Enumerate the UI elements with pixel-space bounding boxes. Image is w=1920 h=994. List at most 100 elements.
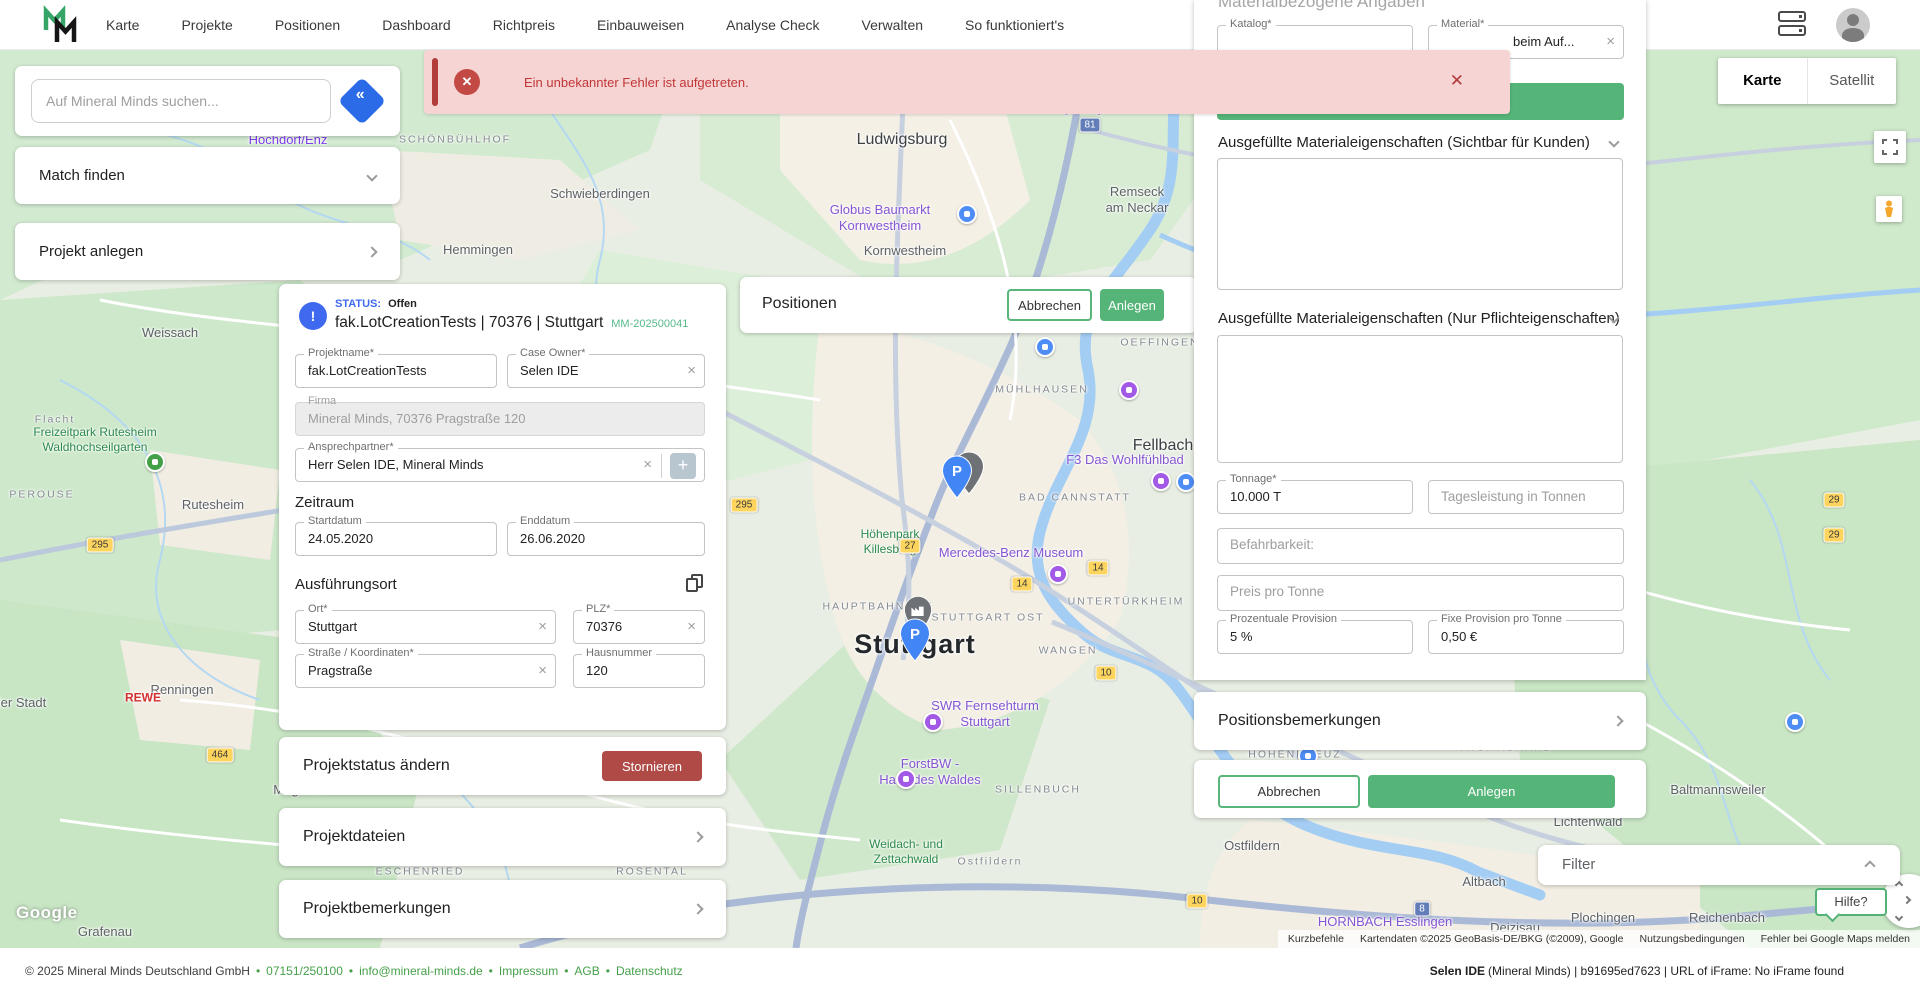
map-poi-icon[interactable] xyxy=(1048,564,1068,584)
enddatum-field[interactable]: Enddatum 26.06.2020 xyxy=(507,522,705,556)
nav-item-richtpreis[interactable]: Richtpreis xyxy=(493,17,555,33)
road-badge: 27 xyxy=(899,539,920,554)
chevron-right-icon xyxy=(692,831,703,842)
agb-link[interactable]: AGB xyxy=(574,964,599,978)
separator xyxy=(349,964,353,978)
map-poi-icon[interactable] xyxy=(1785,712,1805,732)
mineral-minds-logo[interactable] xyxy=(42,5,82,50)
projektdateien-accordion[interactable]: Projektdateien xyxy=(279,808,726,866)
nav-item-positionen[interactable]: Positionen xyxy=(275,17,340,33)
tagesleistung-field[interactable]: Tagesleistung in Tonnen xyxy=(1428,480,1624,514)
pegman-button[interactable] xyxy=(1876,196,1902,222)
strasse-field[interactable]: Straße / Koordinaten* Pragstraße × xyxy=(295,654,556,688)
materialbezogene-angaben-heading: Materialbezogene Angaben xyxy=(1218,0,1425,12)
chevron-right-icon xyxy=(692,903,703,914)
card-reader-icon[interactable] xyxy=(1778,11,1806,39)
preis-pro-tonne-field[interactable]: Preis pro Tonne xyxy=(1217,575,1624,611)
match-finden-accordion[interactable]: Match finden xyxy=(15,147,400,204)
nav-item-verwalten[interactable]: Verwalten xyxy=(862,17,923,33)
map-poi-icon[interactable] xyxy=(145,452,165,472)
map-marker-position-bad-cannstatt[interactable]: P xyxy=(941,455,973,499)
pegman-icon xyxy=(1882,200,1896,218)
datenschutz-link[interactable]: Datenschutz xyxy=(616,964,683,978)
map-type-karte-button[interactable]: Karte xyxy=(1718,58,1808,104)
map-poi-icon[interactable] xyxy=(1176,472,1196,492)
map-poi-icon[interactable] xyxy=(1151,471,1171,491)
clear-icon[interactable]: × xyxy=(1606,33,1615,50)
filter-panel[interactable]: Filter xyxy=(1538,845,1900,885)
clear-icon[interactable]: × xyxy=(687,362,696,379)
ort-field[interactable]: Ort* Stuttgart × xyxy=(295,610,556,644)
tonnage-field[interactable]: Tonnage* 10.000 T xyxy=(1217,480,1413,514)
copy-icon[interactable] xyxy=(686,574,704,592)
map-poi-icon[interactable] xyxy=(1119,380,1139,400)
fullscreen-icon xyxy=(1882,139,1898,155)
hausnummer-field[interactable]: Hausnummer 120 xyxy=(573,654,705,688)
help-button[interactable]: Hilfe? xyxy=(1815,888,1887,916)
match-finden-label: Match finden xyxy=(39,167,125,184)
prozentuale-provision-field[interactable]: Prozentuale Provision 5 % xyxy=(1217,620,1413,654)
nav-item-projekte[interactable]: Projekte xyxy=(181,17,232,33)
road-badge: 10 xyxy=(1186,894,1207,909)
eigenschaften-kunden-textarea[interactable] xyxy=(1217,158,1623,290)
ansprechpartner-field[interactable]: Ansprechpartner* Herr Selen IDE, Mineral… xyxy=(295,448,705,482)
projekt-anlegen-accordion[interactable]: Projekt anlegen xyxy=(15,223,400,280)
projektstatus-label: Projektstatus ändern xyxy=(303,757,450,775)
position-anlegen-button[interactable]: Anlegen xyxy=(1368,775,1615,808)
search-card: « xyxy=(15,66,400,136)
add-contact-button[interactable]: + xyxy=(670,453,696,479)
position-abbrechen-button[interactable]: Abbrechen xyxy=(1218,775,1360,808)
stornieren-button[interactable]: Stornieren xyxy=(602,751,702,781)
map-poi-icon[interactable] xyxy=(1035,337,1055,357)
clear-icon[interactable]: × xyxy=(538,618,547,635)
projektbemerkungen-accordion[interactable]: Projektbemerkungen xyxy=(279,880,726,938)
fullscreen-button[interactable] xyxy=(1874,131,1906,163)
chevron-up-icon xyxy=(1864,860,1875,871)
dpad-right-icon xyxy=(1903,896,1911,904)
phone-link[interactable]: 07151/250100 xyxy=(266,964,343,978)
positionsbemerkungen-accordion[interactable]: Positionsbemerkungen xyxy=(1194,692,1646,750)
plz-field[interactable]: PLZ* 70376 × xyxy=(573,610,705,644)
nav-item-dashboard[interactable]: Dashboard xyxy=(382,17,451,33)
map-poi-icon[interactable] xyxy=(896,769,916,789)
status-value: Offen xyxy=(388,298,417,310)
road-badge: 295 xyxy=(87,538,114,553)
nav-item-analyse-check[interactable]: Analyse Check xyxy=(726,17,819,33)
eigenschaften-pflicht-textarea[interactable] xyxy=(1217,335,1623,463)
road-badge: 8 xyxy=(1414,902,1430,917)
shortcuts-link[interactable]: Kurzbefehle xyxy=(1288,933,1344,945)
map-marker-position-stuttgart[interactable]: P xyxy=(899,618,931,662)
fixe-provision-field[interactable]: Fixe Provision pro Tonne 0,50 € xyxy=(1428,620,1624,654)
map-poi-icon[interactable] xyxy=(923,712,943,732)
eigenschaften-pflicht-label: Ausgefüllte Materialeigenschaften (Nur P… xyxy=(1218,310,1620,327)
email-link[interactable]: info@mineral-minds.de xyxy=(359,964,483,978)
error-close-button[interactable]: ✕ xyxy=(1450,71,1464,91)
divider xyxy=(661,454,662,478)
projekt-anlegen-label: Projekt anlegen xyxy=(39,243,143,260)
clear-icon[interactable]: × xyxy=(687,618,696,635)
road-badge: 14 xyxy=(1087,561,1108,576)
nav-item-karte[interactable]: Karte xyxy=(106,17,139,33)
case-owner-field[interactable]: Case Owner* Selen IDE × xyxy=(507,354,705,388)
user-avatar[interactable] xyxy=(1836,8,1870,42)
positionen-abbrechen-button[interactable]: Abbrechen xyxy=(1007,289,1092,321)
clear-icon[interactable]: × xyxy=(643,456,652,473)
projektname-field[interactable]: Projektname* fak.LotCreationTests xyxy=(295,354,497,388)
map-type-satellit-button[interactable]: Satellit xyxy=(1808,58,1897,104)
search-input[interactable] xyxy=(31,79,331,123)
google-logo[interactable]: Google xyxy=(16,903,78,923)
nav-item-einbauweisen[interactable]: Einbauweisen xyxy=(597,17,684,33)
map-poi-icon[interactable] xyxy=(957,204,977,224)
navigate-diamond-button[interactable]: « xyxy=(338,77,386,125)
copyright-text: © 2025 Mineral Minds Deutschland GmbH xyxy=(25,964,250,978)
report-error-link[interactable]: Fehler bei Google Maps melden xyxy=(1761,933,1910,945)
terms-link[interactable]: Nutzungsbedingungen xyxy=(1639,933,1744,945)
impressum-link[interactable]: Impressum xyxy=(499,964,558,978)
startdatum-field[interactable]: Startdatum 24.05.2020 xyxy=(295,522,497,556)
chevron-right-icon xyxy=(366,246,377,257)
positionen-anlegen-button[interactable]: Anlegen xyxy=(1100,289,1164,321)
befahrbarkeit-field[interactable]: Befahrbarkeit: xyxy=(1217,528,1624,564)
clear-icon[interactable]: × xyxy=(538,662,547,679)
chevron-down-icon[interactable] xyxy=(1608,136,1619,147)
nav-item-so-funktioniert-s[interactable]: So funktioniert's xyxy=(965,17,1064,33)
